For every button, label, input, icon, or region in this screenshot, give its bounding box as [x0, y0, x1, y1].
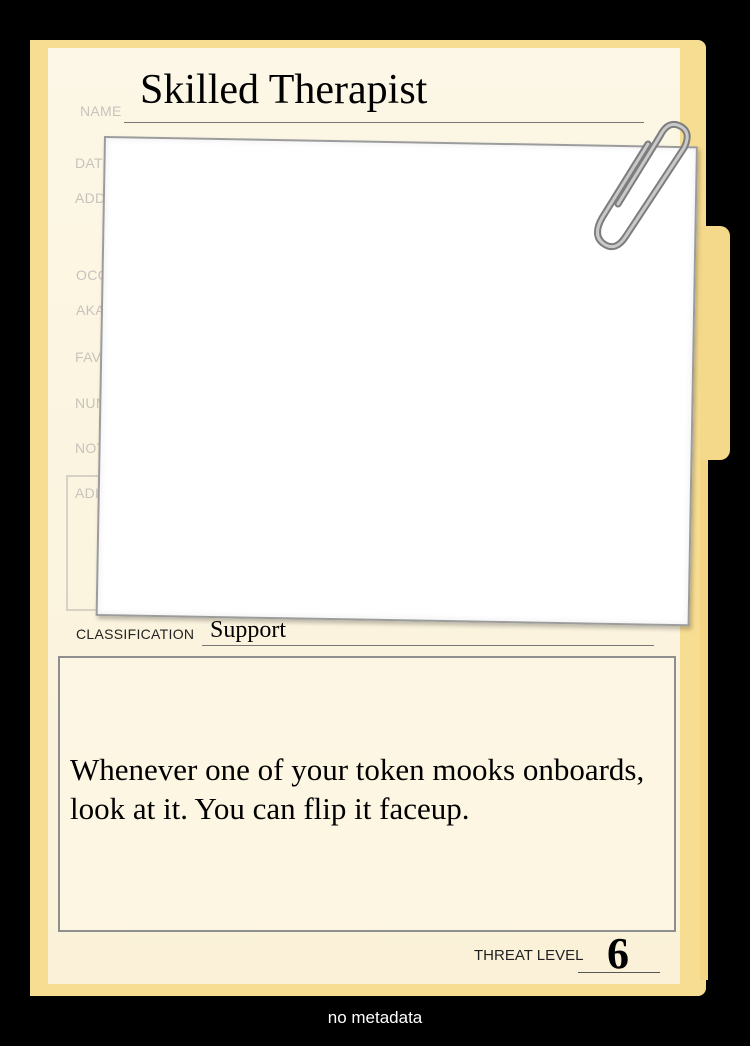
classification-label: CLASSIFICATION — [76, 626, 195, 642]
ability-text: Whenever one of your token mooks onboard… — [70, 752, 645, 826]
threat-level-value: 6 — [607, 929, 629, 978]
name-underline — [124, 122, 644, 123]
ability-box: Whenever one of your token mooks onboard… — [58, 656, 676, 932]
additional-label: ADI — [75, 485, 100, 501]
card-name: Skilled Therapist — [140, 67, 428, 113]
classification-value: Support — [210, 617, 287, 643]
folder-tab — [700, 226, 730, 460]
threat-level-label: THREAT LEVEL — [474, 947, 584, 964]
name-label: NAME — [80, 103, 122, 119]
paperclip-icon — [594, 120, 691, 251]
folder-edge — [700, 460, 708, 980]
classification-underline — [202, 645, 654, 646]
footer-text: no metadata — [327, 1008, 423, 1027]
